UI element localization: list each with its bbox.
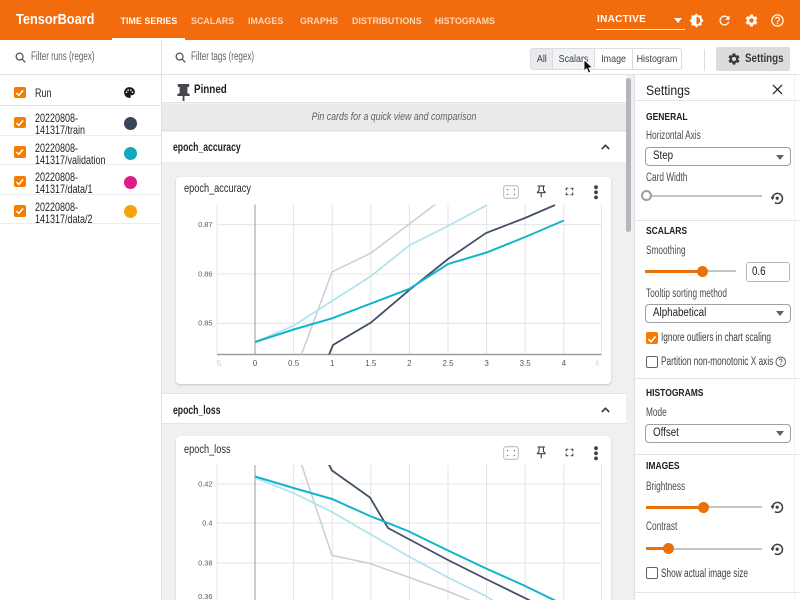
svg-text:0.5: 0.5: [288, 359, 300, 368]
svg-text:0.42: 0.42: [198, 480, 212, 489]
svg-text:2.5: 2.5: [442, 359, 454, 368]
svg-text:1: 1: [330, 359, 335, 368]
svg-text:1.5: 1.5: [365, 359, 377, 368]
svg-text:0.36: 0.36: [198, 592, 212, 600]
svg-text:3: 3: [484, 359, 489, 368]
svg-text:4: 4: [562, 359, 567, 368]
svg-text:3.5: 3.5: [520, 359, 532, 368]
svg-text:2: 2: [407, 359, 412, 368]
svg-text:4: 4: [595, 359, 600, 368]
svg-text:0.38: 0.38: [198, 559, 212, 568]
svg-text:0.4: 0.4: [202, 519, 212, 528]
svg-text:0: 0: [253, 359, 258, 368]
svg-text:0.87: 0.87: [198, 220, 212, 229]
svg-text:5: 5: [217, 359, 222, 368]
svg-text:0.86: 0.86: [198, 269, 212, 278]
svg-text:0.85: 0.85: [198, 319, 212, 328]
